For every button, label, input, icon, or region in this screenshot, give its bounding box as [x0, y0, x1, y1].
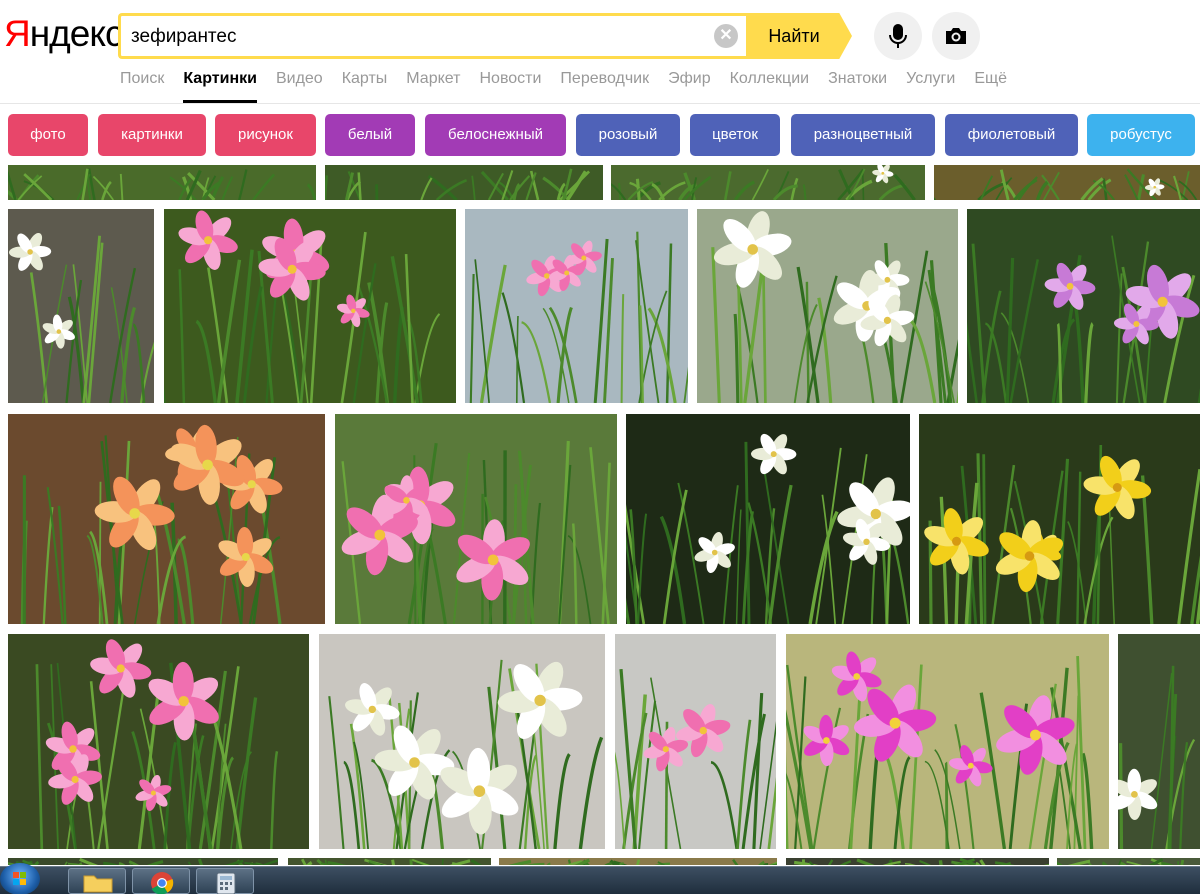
close-icon: ✕ [719, 27, 733, 44]
windows-logo-icon [13, 872, 26, 885]
tag-chip[interactable]: картинки [98, 114, 206, 156]
result-thumbnail[interactable] [611, 165, 925, 200]
tag-chip[interactable]: рисунок [215, 114, 316, 156]
green-leaves-flower-image [1057, 858, 1200, 865]
green-leaves-flower-image [288, 858, 491, 865]
tag-chip[interactable]: цветок [690, 114, 780, 156]
result-thumbnail[interactable] [319, 634, 605, 849]
nav-item[interactable]: Картинки [183, 64, 257, 103]
nav-item[interactable]: Маркет [406, 64, 460, 104]
nav-item[interactable]: Карты [342, 64, 388, 104]
nav-item[interactable]: Ещё [974, 64, 1007, 104]
logo-first-letter: Я [4, 13, 31, 54]
tag-chip[interactable]: робустус [1087, 114, 1195, 156]
start-button[interactable] [0, 863, 40, 894]
white-flower-image [934, 165, 1200, 200]
result-thumbnail[interactable] [164, 209, 456, 403]
yellow-flower-image [919, 414, 1200, 624]
tag-chip[interactable]: разноцветный [791, 114, 935, 156]
white-flower-image [8, 209, 154, 403]
service-nav: Поиск Картинки Видео Карты Маркет Новости Пере… [120, 64, 1026, 104]
result-thumbnail[interactable] [1118, 634, 1200, 849]
result-thumbnail[interactable] [325, 165, 603, 200]
purple-flower-image [967, 209, 1200, 403]
result-thumbnail[interactable] [8, 414, 325, 624]
nav-item[interactable]: Видео [276, 64, 323, 104]
taskbar-chrome[interactable] [132, 868, 190, 894]
tag-chip[interactable]: белоснежный [425, 114, 566, 156]
result-thumbnail[interactable] [919, 414, 1200, 624]
voice-search-button[interactable] [874, 12, 922, 60]
chrome-icon [151, 872, 174, 894]
nav-item[interactable]: Услуги [906, 64, 955, 104]
green-leaves-flower-image [325, 165, 603, 200]
result-thumbnail[interactable] [615, 634, 776, 849]
logo-rest: ндекс [29, 13, 124, 54]
pink-flower-image [8, 634, 309, 849]
result-thumbnail[interactable] [626, 414, 910, 624]
taskbar-calculator[interactable] [196, 868, 254, 894]
result-thumbnail[interactable] [335, 414, 617, 624]
result-thumbnail[interactable] [697, 209, 958, 403]
microphone-icon [889, 24, 907, 48]
result-thumbnail[interactable] [465, 209, 688, 403]
green-leaves-flower-image [8, 165, 316, 200]
nav-item[interactable]: Коллекции [730, 64, 809, 104]
pink-flower-image [465, 209, 688, 403]
search-form: ✕ Найти [118, 13, 852, 59]
refinement-tags: фото картинки рисунок белый белоснежный розов… [0, 114, 1200, 156]
search-button[interactable]: Найти [746, 13, 852, 59]
image-search-button[interactable] [932, 12, 980, 60]
white-flower-image [611, 165, 925, 200]
result-thumbnail[interactable] [934, 165, 1200, 200]
green-leaves-flower-image [499, 858, 777, 865]
nav-item[interactable]: Знатоки [828, 64, 887, 104]
result-thumbnail[interactable] [8, 165, 316, 200]
tag-chip[interactable]: белый [325, 114, 415, 156]
tag-chip[interactable]: фото [8, 114, 88, 156]
white-flower-image [1118, 634, 1200, 849]
white-flower-image [697, 209, 958, 403]
result-thumbnail[interactable] [8, 858, 278, 865]
taskbar-explorer[interactable] [68, 868, 126, 894]
result-thumbnail[interactable] [288, 858, 491, 865]
white-flower-image [626, 414, 910, 624]
tag-chip[interactable]: розовый [576, 114, 680, 156]
result-thumbnail[interactable] [786, 858, 1049, 865]
image-results-grid [0, 165, 1200, 865]
result-thumbnail[interactable] [8, 634, 309, 849]
pink-flower-image [615, 634, 776, 849]
nav-item[interactable]: Эфир [668, 64, 711, 104]
nav-item[interactable]: Переводчик [560, 64, 649, 104]
clear-search-button[interactable]: ✕ [714, 24, 738, 48]
magenta-flower-image [786, 634, 1109, 849]
taskbar [0, 863, 1200, 894]
nav-item[interactable]: Поиск [120, 64, 164, 104]
pink-flower-image [164, 209, 456, 403]
green-leaves-flower-image [786, 858, 1049, 865]
result-thumbnail[interactable] [786, 634, 1109, 849]
header: Яндекс ✕ Найти Поиск Картинки Видео Карты Ма… [0, 0, 1200, 104]
nav-item[interactable]: Новости [479, 64, 541, 104]
tag-chip[interactable]: фиолетовый [945, 114, 1078, 156]
search-input[interactable] [131, 23, 711, 51]
result-thumbnail[interactable] [8, 209, 154, 403]
peach-flower-image [8, 414, 325, 624]
result-thumbnail[interactable] [1057, 858, 1200, 865]
camera-icon [946, 28, 966, 44]
yandex-logo[interactable]: Яндекс [4, 12, 124, 56]
white-flower-image [319, 634, 605, 849]
folder-icon [83, 875, 113, 893]
search-input-wrap: ✕ [118, 13, 748, 59]
result-thumbnail[interactable] [967, 209, 1200, 403]
green-leaves-flower-image [8, 858, 278, 865]
result-thumbnail[interactable] [499, 858, 777, 865]
pink-flower-image [335, 414, 617, 624]
calculator-icon [216, 872, 236, 894]
